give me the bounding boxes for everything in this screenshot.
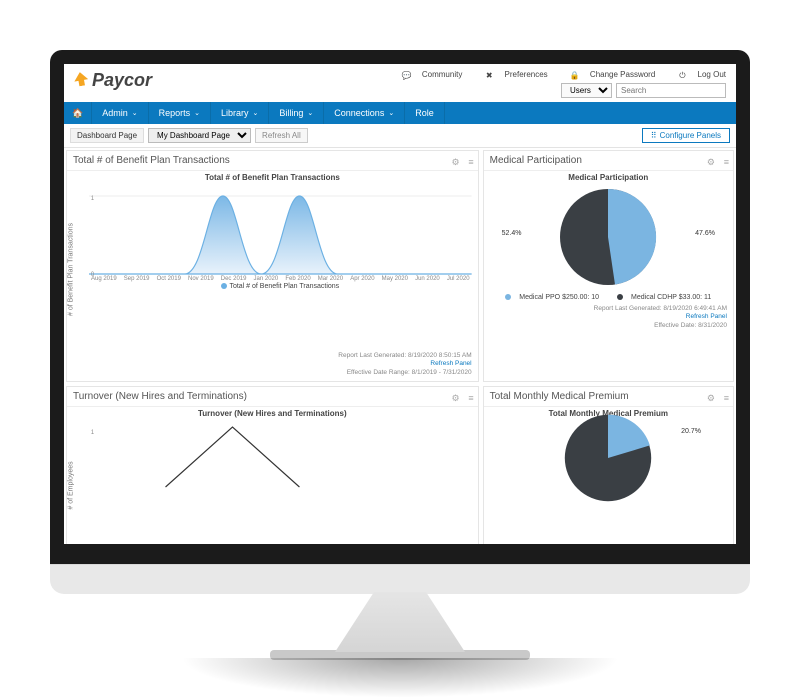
nav-admin[interactable]: Admin⌄: [92, 102, 148, 124]
community-link[interactable]: 💬Community: [392, 70, 462, 79]
nav-reports[interactable]: Reports⌄: [149, 102, 211, 124]
panel-title: Medical Participation: [484, 151, 733, 171]
effective-range: Effective Date Range: 8/1/2019 - 7/31/20…: [73, 369, 472, 377]
line-chart: 1: [89, 422, 472, 492]
nav-home[interactable]: 🏠: [64, 102, 92, 124]
menu-icon[interactable]: ≡: [724, 157, 729, 167]
dashboard-page-select[interactable]: My Dashboard Page: [148, 128, 251, 143]
gear-icon[interactable]: ⚙: [452, 157, 460, 168]
change-password-link[interactable]: 🔒Change Password: [560, 70, 655, 79]
panel-medical-participation: Medical Participation ⚙ ≡ Medical Partic…: [483, 150, 734, 382]
main-nav: 🏠 Admin⌄ Reports⌄ Library⌄ Billing⌄ Conn…: [64, 102, 736, 124]
gear-icon[interactable]: ⚙: [707, 157, 715, 168]
panel-benefit-transactions: Total # of Benefit Plan Transactions ⚙ ≡…: [66, 150, 479, 382]
pie-label-a: 52.4%: [502, 230, 522, 237]
report-generated: Report Last Generated: 8/19/2020 8:50:15…: [73, 352, 472, 360]
menu-icon[interactable]: ≡: [724, 393, 729, 403]
logout-link[interactable]: ⏻Log Out: [668, 70, 726, 79]
refresh-panel-link[interactable]: Refresh Panel: [490, 313, 727, 321]
panel-title: Total # of Benefit Plan Transactions: [67, 151, 478, 171]
pie-legend: Medical PPO $250.00: 10 Medical CDHP $33…: [484, 292, 733, 303]
nav-role[interactable]: Role: [405, 102, 445, 124]
menu-icon[interactable]: ≡: [468, 157, 473, 167]
user-selector[interactable]: Users: [561, 83, 612, 98]
refresh-all-button[interactable]: Refresh All: [255, 128, 308, 143]
area-chart: 0 1: [89, 186, 472, 276]
gear-icon[interactable]: ⚙: [707, 393, 715, 404]
nav-billing[interactable]: Billing⌄: [269, 102, 324, 124]
y-axis-label: # of Employees: [68, 461, 75, 509]
panel-title: Turnover (New Hires and Terminations): [67, 387, 478, 407]
preferences-link[interactable]: ✖Preferences: [475, 70, 548, 79]
panel-turnover: Turnover (New Hires and Terminations) ⚙ …: [66, 386, 479, 544]
report-generated: Report Last Generated: 8/19/2020 6:49:41…: [490, 305, 727, 313]
search-input[interactable]: [616, 83, 726, 98]
pie-label-a: 20.7%: [681, 428, 701, 435]
panel-monthly-premium: Total Monthly Medical Premium ⚙ ≡ Total …: [483, 386, 734, 544]
chart-title: Medical Participation: [484, 171, 733, 182]
refresh-panel-link[interactable]: Refresh Panel: [73, 360, 472, 368]
svg-text:1: 1: [91, 430, 94, 436]
svg-text:1: 1: [91, 196, 94, 202]
configure-panels-button[interactable]: Configure Panels: [642, 128, 730, 143]
pie-chart: [563, 413, 653, 503]
menu-icon[interactable]: ≡: [468, 393, 473, 403]
effective-date: Effective Date: 8/31/2020: [490, 322, 727, 330]
nav-connections[interactable]: Connections⌄: [324, 102, 405, 124]
pie-label-b: 47.6%: [695, 230, 715, 237]
gear-icon[interactable]: ⚙: [452, 393, 460, 404]
brand-logo: Paycor: [74, 70, 152, 91]
chart-legend: Total # of Benefit Plan Transactions: [89, 282, 472, 293]
breadcrumb: Dashboard Page: [70, 128, 144, 143]
pie-chart: [558, 187, 658, 287]
chart-title: Turnover (New Hires and Terminations): [67, 407, 478, 418]
y-axis-label: # of Benefit Plan Transactions: [68, 223, 75, 316]
panel-title: Total Monthly Medical Premium: [484, 387, 733, 407]
nav-library[interactable]: Library⌄: [211, 102, 269, 124]
chart-title: Total # of Benefit Plan Transactions: [67, 171, 478, 182]
